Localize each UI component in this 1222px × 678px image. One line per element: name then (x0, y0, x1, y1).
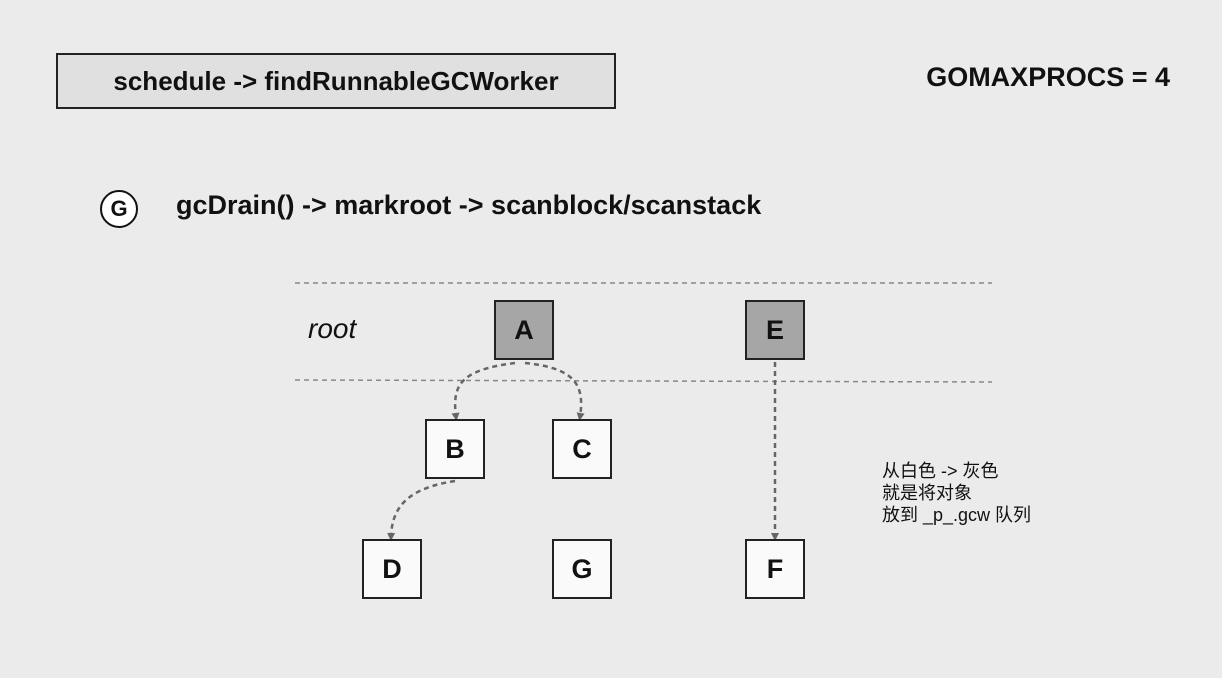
note-line: 就是将对象 (882, 483, 972, 503)
node-a: A (494, 300, 554, 360)
note-line: 从白色 -> 灰色 (882, 461, 999, 481)
node-d: D (362, 539, 422, 599)
root-lower-boundary (294, 379, 993, 383)
node-f: F (745, 539, 805, 599)
node-e: E (745, 300, 805, 360)
edge-a-c (524, 361, 585, 421)
explanation-note: 从白色 -> 灰色 就是将对象 放到 _p_.gcw 队列 (882, 460, 1031, 526)
node-b: B (425, 419, 485, 479)
edge-a-b (451, 361, 516, 421)
node-c: C (552, 419, 612, 479)
node-g: G (552, 539, 612, 599)
note-line: 放到 _p_.gcw 队列 (882, 505, 1032, 525)
edge-b-d (387, 479, 456, 541)
root-label: root (308, 313, 357, 344)
